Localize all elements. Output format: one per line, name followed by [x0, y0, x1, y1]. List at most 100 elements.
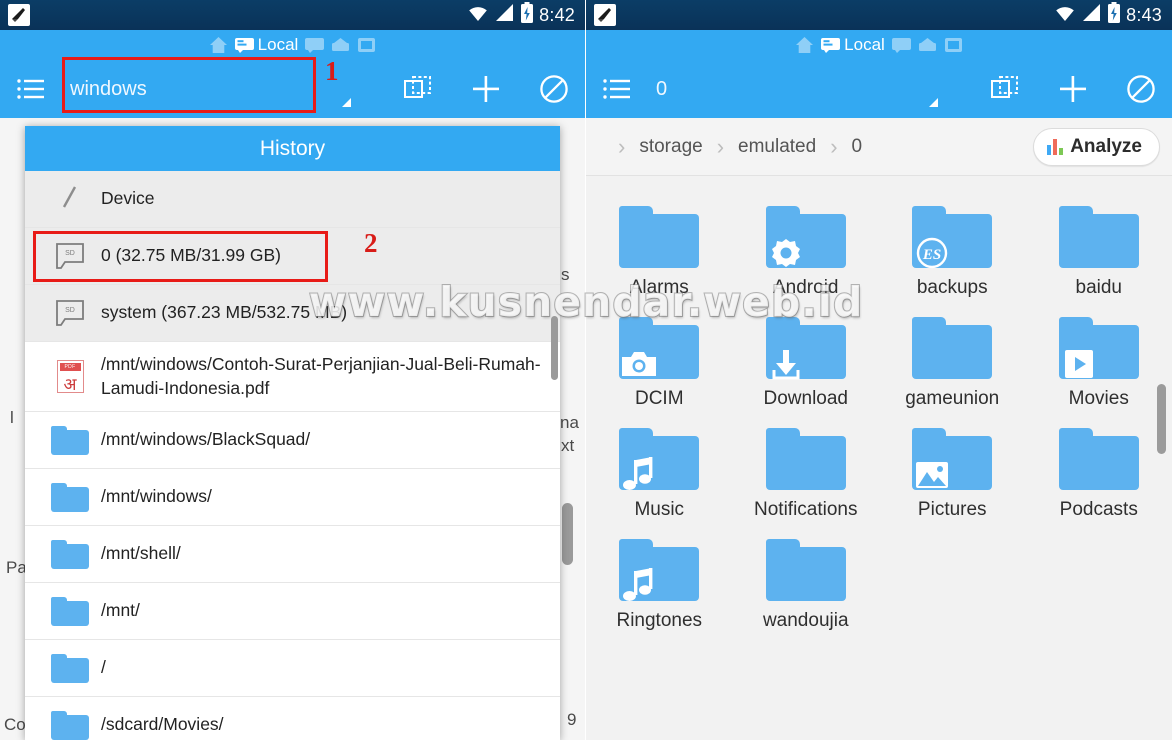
history-dialog: History Device SD 0 (32.75 MB/31.99 GB) SD s… — [25, 126, 560, 740]
multi-window-icon[interactable] — [990, 74, 1020, 104]
folder-item[interactable]: ES backups — [879, 198, 1026, 309]
history-list-item[interactable]: Device — [25, 171, 560, 228]
tab-local[interactable]: Local — [234, 35, 298, 55]
svg-text:ES: ES — [922, 247, 941, 263]
folder-item[interactable]: Download — [733, 309, 880, 420]
history-scrollbar[interactable] — [551, 316, 558, 380]
folder-item[interactable]: DCIM — [586, 309, 733, 420]
folder-icon — [51, 482, 89, 512]
folder-name: Pictures — [917, 499, 987, 520]
history-item-icon — [39, 482, 101, 512]
behind-text-right-b: na — [560, 413, 579, 432]
tab-local[interactable]: Local — [821, 35, 885, 55]
history-list-item[interactable]: SD 0 (32.75 MB/31.99 GB) — [25, 228, 560, 285]
annotation-number-1: 1 — [325, 56, 339, 86]
no-entry-icon[interactable] — [1126, 74, 1156, 104]
root-slash-icon — [55, 182, 85, 217]
annotation-number-2: 2 — [364, 228, 378, 258]
breadcrumb-item-storage[interactable]: storage — [639, 136, 702, 158]
folder-grid[interactable]: Alarms Android ES backups baidu DCIM Download g… — [586, 176, 1172, 740]
cloud-icon[interactable] — [331, 37, 350, 53]
history-list[interactable]: Device SD 0 (32.75 MB/31.99 GB) SD system (3… — [25, 171, 560, 740]
home-icon[interactable] — [795, 36, 814, 54]
history-item-label: Device — [101, 188, 155, 209]
folder-item[interactable]: Podcasts — [1026, 420, 1172, 531]
folder-name: Download — [763, 388, 849, 409]
analyze-button[interactable]: Analyze — [1033, 127, 1160, 166]
no-entry-icon[interactable] — [539, 74, 569, 104]
folder-item[interactable]: Notifications — [733, 420, 880, 531]
history-list-item[interactable]: PDF अ/mnt/windows/Contoh-Surat-Perjanjian… — [25, 342, 560, 412]
multi-window-icon[interactable] — [403, 74, 433, 104]
behind-text-right-a: s — [561, 265, 570, 284]
right-status-icons: 8:43 — [1053, 1, 1162, 29]
breadcrumb-item-emulated[interactable]: emulated — [738, 136, 816, 158]
folder-grid-row: Music Notifications Pictures Podcasts — [586, 420, 1172, 531]
behind-text-right-d: 9 — [567, 710, 577, 729]
folder-icon — [1058, 317, 1139, 379]
history-list-item[interactable]: SD system (367.23 MB/532.75 MB) — [25, 285, 560, 342]
battery-charging-icon — [520, 1, 534, 29]
breadcrumb: › storage › emulated › 0 Analyze — [586, 118, 1172, 176]
history-list-item[interactable]: /mnt/windows/ — [25, 469, 560, 526]
plus-icon[interactable] — [471, 74, 501, 104]
history-item-icon — [39, 653, 101, 683]
folder-item[interactable]: Movies — [1026, 309, 1172, 420]
right-toolbar: 0 — [586, 60, 1172, 118]
cloud-icon[interactable] — [918, 37, 937, 53]
breadcrumb-item-0[interactable]: 0 — [852, 136, 863, 158]
history-item-label: /mnt/shell/ — [101, 543, 181, 564]
signal-icon — [1082, 3, 1102, 27]
history-list-item[interactable]: /mnt/windows/BlackSquad/ — [25, 412, 560, 469]
hamburger-list-icon[interactable] — [16, 77, 48, 101]
folder-item[interactable]: gameunion — [879, 309, 1026, 420]
history-list-item[interactable]: /mnt/ — [25, 583, 560, 640]
folder-item[interactable]: Alarms — [586, 198, 733, 309]
behind-text-right-c: xt — [561, 436, 575, 455]
folder-item[interactable]: Ringtones — [586, 531, 733, 642]
folder-grid-row: DCIM Download gameunion Movies — [586, 309, 1172, 420]
folder-item[interactable]: Music — [586, 420, 733, 531]
right-clock: 8:43 — [1126, 4, 1162, 25]
history-item-icon — [39, 710, 101, 740]
folder-item[interactable]: Pictures — [879, 420, 1026, 531]
folder-icon — [1058, 428, 1139, 490]
es-logo-icon: ES — [914, 235, 950, 271]
left-clock: 8:42 — [539, 4, 575, 25]
history-item-icon — [39, 425, 101, 455]
screenshot-stage: 8:42 Local windows l Pa Co s na xt 9 His… — [0, 0, 1172, 740]
sd-card-icon: SD — [55, 243, 85, 269]
download-arrow-icon — [768, 346, 804, 382]
folder-item[interactable]: wandoujia — [733, 531, 880, 642]
history-item-label: 0 (32.75 MB/31.99 GB) — [101, 245, 281, 266]
folder-grid-row: Ringtones wandoujia — [586, 531, 1172, 642]
hamburger-list-icon[interactable] — [602, 77, 634, 101]
app-logo-icon — [8, 4, 30, 26]
path-dropdown-right[interactable]: 0 — [656, 65, 990, 113]
network-icon[interactable] — [891, 37, 911, 53]
underlying-scrollbar[interactable] — [562, 503, 573, 565]
folder-name: Music — [634, 499, 685, 520]
grid-scrollbar[interactable] — [1157, 384, 1166, 454]
wifi-icon — [1053, 3, 1077, 27]
folder-item[interactable]: baidu — [1026, 198, 1172, 309]
ftp-icon[interactable] — [357, 37, 376, 53]
left-toolbar: windows — [0, 60, 585, 118]
folder-icon — [51, 425, 89, 455]
path-dropdown-left[interactable]: windows — [70, 65, 403, 113]
home-icon[interactable] — [209, 36, 228, 54]
behind-text-a: l — [10, 408, 14, 427]
plus-icon[interactable] — [1058, 74, 1088, 104]
svg-text:SD: SD — [65, 250, 75, 257]
history-list-item[interactable]: /mnt/shell/ — [25, 526, 560, 583]
folder-name: Podcasts — [1059, 499, 1138, 520]
tab-local-label: Local — [844, 35, 885, 54]
right-tab-row: Local — [586, 30, 1172, 60]
left-status-bar: 8:42 — [0, 0, 585, 30]
history-list-item[interactable]: / — [25, 640, 560, 697]
history-list-item[interactable]: /sdcard/Movies/ — [25, 697, 560, 740]
history-item-label: /mnt/windows/BlackSquad/ — [101, 429, 311, 450]
network-icon[interactable] — [305, 37, 325, 53]
folder-item[interactable]: Android — [733, 198, 880, 309]
ftp-icon[interactable] — [944, 37, 963, 53]
